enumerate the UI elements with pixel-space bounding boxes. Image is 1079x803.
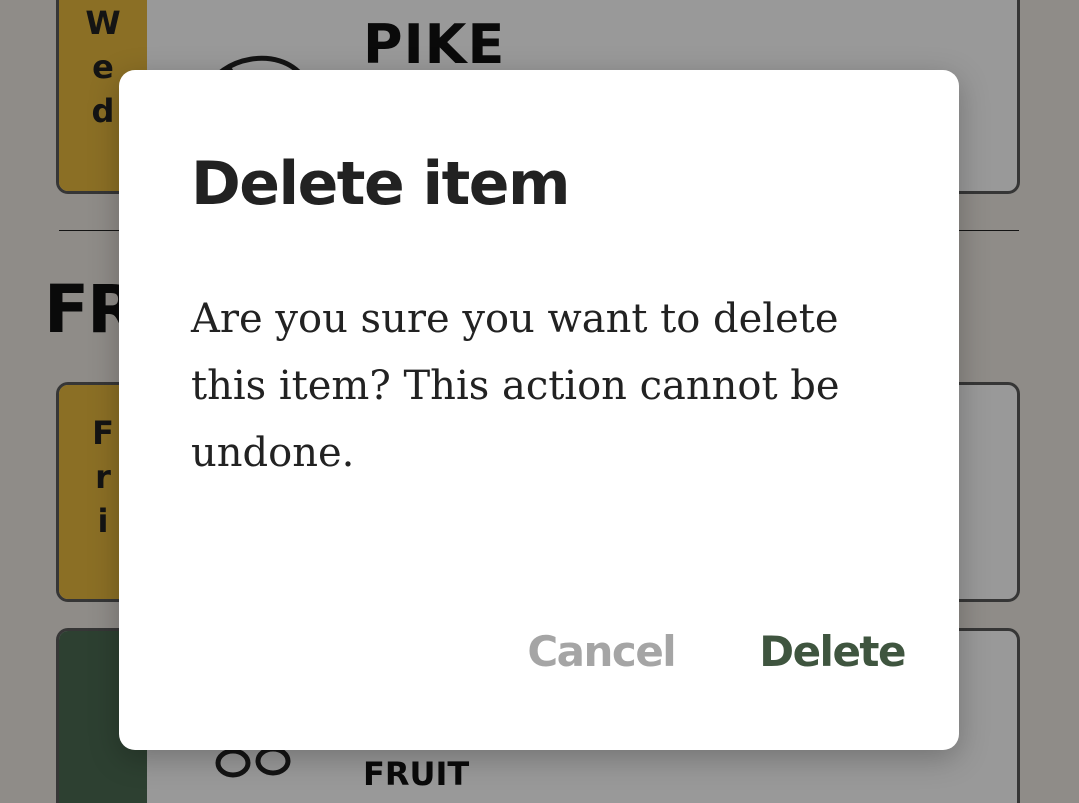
dialog-actions: Cancel Delete — [527, 622, 906, 682]
dialog-message: Are you sure you want to delete this ite… — [191, 296, 840, 476]
delete-item-dialog: Delete item Are you sure you want to del… — [119, 70, 959, 750]
cancel-button[interactable]: Cancel — [527, 622, 676, 682]
dialog-title: Delete item — [191, 149, 570, 219]
delete-button[interactable]: Delete — [759, 622, 906, 682]
screen: W e d PIKE FR F r i FRUIT Delete item Ar… — [0, 0, 1079, 803]
